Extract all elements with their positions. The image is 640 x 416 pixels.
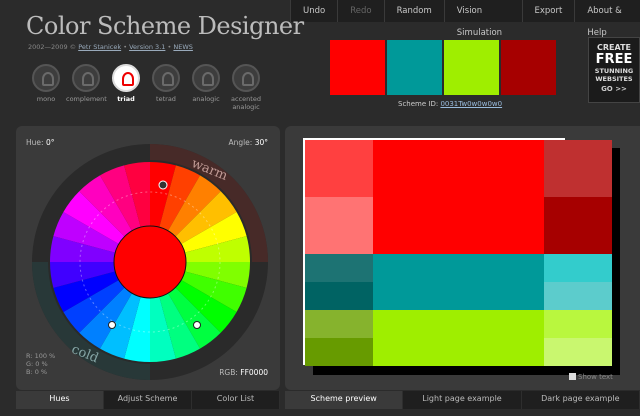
scheme-id-link[interactable]: 0031Tw0w0w0w0 [440, 100, 502, 108]
redo-button[interactable]: Redo [337, 0, 383, 22]
mode-accented-analogic[interactable]: accented analogic [226, 64, 266, 111]
preview-tint-3 [544, 310, 612, 338]
mode-triad[interactable]: triad [106, 64, 146, 111]
preview-tint-1 [305, 140, 373, 197]
preview-tint-4 [544, 282, 612, 310]
show-text-toggle[interactable]: Show text [569, 373, 613, 381]
app-subtitle: 2002—2009 © Petr Stanicek • Version 3.1 … [28, 43, 193, 51]
triad-icon [112, 64, 140, 92]
tab-scheme-preview[interactable]: Scheme preview [285, 391, 404, 409]
top-menu: Undo Redo Random Vision Simulation Expor… [290, 0, 640, 38]
copyright-text: 2002—2009 © [28, 43, 79, 51]
preview-tint-1 [305, 310, 373, 338]
tab-light-page-example[interactable]: Light page example [403, 391, 522, 409]
app-title: Color Scheme Designer [26, 12, 304, 40]
preview-tint-1 [305, 254, 373, 282]
tetrad-icon [152, 64, 180, 92]
separator: • [121, 43, 130, 51]
author-link[interactable]: Petr Stanicek [78, 43, 121, 51]
preview-tint-3 [544, 140, 612, 197]
scheme-mode-selector: mono complement triad tetrad analogic ac… [26, 64, 266, 111]
preview-tint-2 [305, 197, 373, 254]
mode-analogic[interactable]: analogic [186, 64, 226, 111]
mono-icon [32, 64, 60, 92]
swatch-complement[interactable] [501, 40, 556, 95]
mode-mono[interactable]: mono [26, 64, 66, 111]
mode-complement[interactable]: complement [66, 64, 107, 111]
color-wheel[interactable]: warm cold [30, 142, 270, 382]
swatch-secondary-b[interactable] [444, 40, 499, 95]
hue-handle-primary[interactable] [158, 180, 168, 190]
scheme-swatches [330, 40, 556, 95]
ad-banner[interactable]: CREATE FREE STUNNING WEBSITES GO >> [588, 37, 640, 103]
swatch-secondary-a[interactable] [387, 40, 442, 95]
preview-tint-2 [305, 282, 373, 310]
tab-dark-page-example[interactable]: Dark page example [521, 391, 640, 409]
vision-simulation-button[interactable]: Vision Simulation [443, 0, 522, 38]
preview-tint-2 [305, 338, 373, 366]
mode-tetrad[interactable]: tetrad [146, 64, 186, 111]
complement-icon [72, 64, 100, 92]
left-tabs: Hues Adjust Scheme Color List [16, 391, 280, 409]
right-tabs: Scheme preview Light page example Dark p… [285, 391, 640, 409]
scheme-preview-panel: Show text [285, 126, 640, 390]
color-wheel-panel: Hue: 0° Angle: 30° warm cold R: 100 % G:… [16, 126, 280, 390]
rgb-percent-readout: R: 100 % G: 0 % B: 0 % [26, 352, 56, 376]
preview-tint-3 [544, 254, 612, 282]
export-button[interactable]: Export [521, 0, 575, 22]
preview-base-secondary_b [373, 310, 544, 366]
hue-handle-secondary-b[interactable] [193, 321, 201, 329]
about-help-button[interactable]: About & Help [574, 0, 640, 38]
news-link[interactable]: NEWS [173, 43, 193, 51]
preview-base-primary [373, 140, 544, 254]
tab-color-list[interactable]: Color List [192, 391, 280, 409]
preview-tint-4 [544, 197, 612, 254]
scheme-id: Scheme ID: 0031Tw0w0w0w0 [398, 100, 503, 108]
preview-base-secondary_a [373, 254, 544, 310]
swatch-primary[interactable] [330, 40, 385, 95]
selected-color-center [113, 225, 187, 299]
tab-adjust-scheme[interactable]: Adjust Scheme [104, 391, 192, 409]
checkbox-icon [569, 373, 576, 380]
analogic-icon [192, 64, 220, 92]
scheme-preview [303, 138, 620, 375]
rgb-hex-readout: RGB: FF0000 [219, 368, 268, 377]
hue-handle-secondary-a[interactable] [108, 321, 116, 329]
version-link[interactable]: Version 3.1 [129, 43, 165, 51]
accented-analogic-icon [232, 64, 260, 92]
preview-tint-4 [544, 338, 612, 366]
tab-hues[interactable]: Hues [16, 391, 104, 409]
random-button[interactable]: Random [383, 0, 444, 22]
